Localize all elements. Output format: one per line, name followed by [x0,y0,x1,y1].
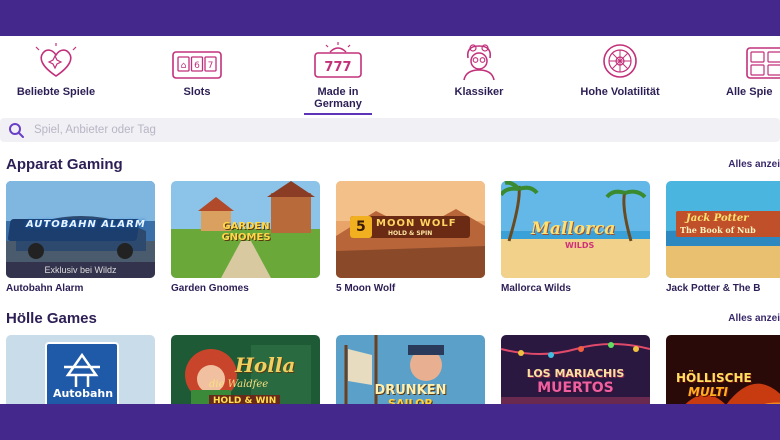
search-icon [9,123,24,138]
game-logo-sub: HOLD & SPIN [388,230,433,237]
category-label: Beliebte Spiele [16,86,96,98]
category-klassiker[interactable]: Klassiker [419,42,539,98]
section-title: Hölle Games [6,310,97,327]
top-bar [0,0,780,36]
category-beliebte-spiele[interactable]: Beliebte Spiele [0,42,116,98]
game-logo-sub: MULTI [688,385,728,399]
category-alle-spiele[interactable]: Alle Spie [706,42,780,98]
game-name[interactable]: Autobahn Alarm [6,283,83,294]
game-logo: Mallorca [531,219,616,239]
game-name[interactable]: Mallorca Wilds [501,283,571,294]
category-label: Slots [183,86,211,98]
category-made-in-germany[interactable]: 777 Made in Germany [278,42,398,115]
game-logo-sub: MUERTOS [537,380,614,396]
active-underline [304,113,372,115]
bottom-bar [0,404,780,440]
game-name[interactable]: 5 Moon Wolf [336,283,395,294]
game-logo: DRUNKEN [374,383,447,398]
casino-app: Beliebte Spiele ⌂ 6 7 Slots 777 Made in … [0,0,780,440]
game-logo-mid: die Waldfee [209,379,269,390]
game-tile-mallorca-wilds[interactable]: Mallorca WILDS [501,181,650,278]
svg-text:7: 7 [208,61,214,71]
game-name[interactable]: Garden Gnomes [171,283,249,294]
game-logo: Autobahn [52,387,114,400]
game-logo: MOON WOLF [376,218,457,229]
classic-character-icon [463,44,495,81]
section-header: Hölle Games Alles anzei [0,310,780,330]
game-tile-jack-potter[interactable]: Jack Potter The Book of Nub [666,181,780,278]
slot-machine-icon: ⌂ 6 7 [172,51,222,79]
category-hohe-volatilitaet[interactable]: Hohe Volatilität [560,42,680,98]
game-tile-5-moon-wolf[interactable]: 5 MOON WOLF HOLD & SPIN [336,181,485,278]
svg-text:⌂: ⌂ [181,61,187,71]
game-logo: HÖLLISCHE [676,371,752,385]
section-title: Apparat Gaming [6,156,123,173]
show-all-link[interactable]: Alles anzei [728,313,780,324]
category-label: Alle Spie [726,86,773,98]
svg-text:777: 777 [324,60,351,75]
game-logo-number: 5 [356,219,366,235]
game-logo-sub: WILDS [565,241,595,250]
category-label: Hohe Volatilität [580,86,660,98]
category-label: Klassiker [454,86,504,98]
section-header: Apparat Gaming Alles anzei [0,156,780,176]
game-tile-autobahn-alarm[interactable]: AUTOBAHN ALARM Exklusiv bei Wildz [6,181,155,278]
category-slots[interactable]: ⌂ 6 7 Slots [137,42,257,98]
show-all-link[interactable]: Alles anzei [728,159,780,170]
heart-sparkle-icon [35,43,77,77]
category-label: Made in Germany [314,86,362,110]
search-bar[interactable] [0,118,780,142]
exclusive-badge: Exklusiv bei Wildz [6,262,155,278]
all-games-grid-icon [746,47,780,79]
game-logo-sub: The Book of Nub [680,225,756,235]
search-input[interactable] [34,124,434,136]
category-nav: Beliebte Spiele ⌂ 6 7 Slots 777 Made in … [0,36,780,115]
game-logo: Holla [235,353,296,377]
roulette-wheel-icon [603,44,637,78]
game-logo: AUTOBAHN ALARM [26,219,146,230]
svg-text:6: 6 [194,61,200,71]
777-slot-icon: 777 [314,42,362,78]
game-logo: GARDEN GNOMES [221,221,271,243]
game-logo: Jack Potter [686,213,749,224]
game-tile-garden-gnomes[interactable]: GARDEN GNOMES [171,181,320,278]
game-name[interactable]: Jack Potter & The B [666,283,760,294]
game-logo: LOS MARIACHIS [526,367,625,380]
